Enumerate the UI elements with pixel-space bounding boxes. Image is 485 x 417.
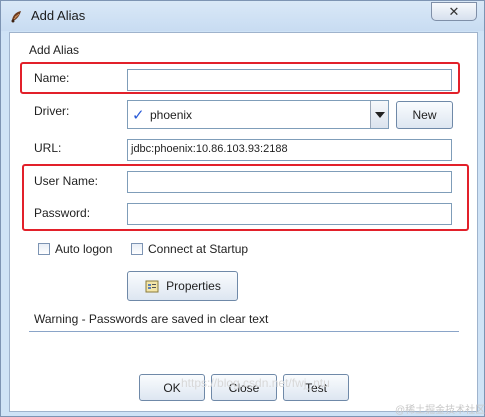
app-icon xyxy=(11,11,21,23)
password-label: Password: xyxy=(34,206,91,220)
chevron-down-icon[interactable] xyxy=(370,101,388,128)
url-field[interactable]: jdbc:phoenix:10.86.103.93:2188 xyxy=(127,139,452,161)
separator xyxy=(29,331,459,332)
properties-icon xyxy=(145,280,159,293)
url-label: URL: xyxy=(34,141,62,155)
connect-startup-option[interactable]: Connect at Startup xyxy=(131,242,248,256)
name-field[interactable] xyxy=(127,69,452,91)
add-alias-dialog: Add Alias ✕ Add Alias Name: Driver: ✓ ph… xyxy=(0,0,485,417)
driver-label: Driver: xyxy=(34,104,70,118)
properties-button[interactable]: Properties xyxy=(127,271,238,301)
check-icon: ✓ xyxy=(132,107,145,124)
auto-logon-label: Auto logon xyxy=(55,242,113,256)
password-warning: Warning - Passwords are saved in clear t… xyxy=(34,312,269,326)
watermark-brand: @稀土掘金技术社区 xyxy=(395,405,485,416)
close-icon: ✕ xyxy=(448,4,460,19)
driver-selected: phoenix xyxy=(150,108,193,122)
user-name-field[interactable] xyxy=(127,171,452,193)
driver-select[interactable]: ✓ phoenix xyxy=(127,100,389,129)
auto-logon-checkbox[interactable] xyxy=(38,243,50,255)
connect-startup-label: Connect at Startup xyxy=(148,242,249,256)
auto-logon-option[interactable]: Auto logon xyxy=(38,242,112,256)
watermark-url: https://blog.csdn.net/fwj_ntu xyxy=(181,376,330,390)
group-title: Add Alias xyxy=(29,43,80,57)
user-name-label: User Name: xyxy=(34,174,99,188)
title-bar[interactable]: Add Alias ✕ xyxy=(1,1,484,31)
connect-startup-checkbox[interactable] xyxy=(131,243,143,255)
window-title: Add Alias xyxy=(31,8,86,23)
new-driver-button[interactable]: New xyxy=(396,101,453,129)
properties-label: Properties xyxy=(166,279,221,293)
name-label: Name: xyxy=(34,71,70,85)
dialog-content: Add Alias Name: Driver: ✓ phoenix New UR… xyxy=(9,32,478,412)
password-field[interactable] xyxy=(127,203,452,225)
close-window-button[interactable]: ✕ xyxy=(431,2,477,21)
